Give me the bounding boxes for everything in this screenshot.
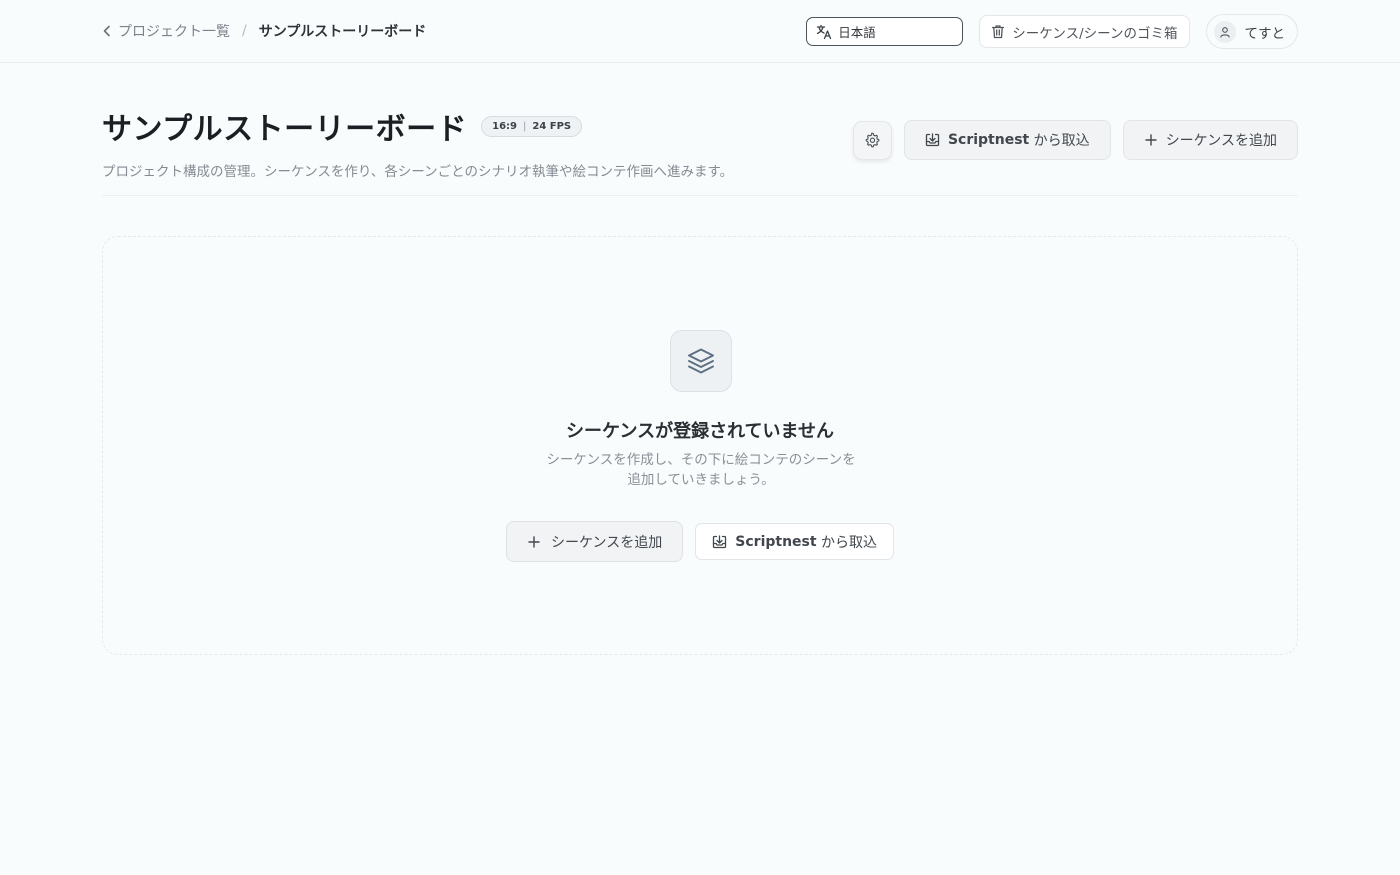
badge-divider: | (522, 120, 527, 132)
settings-button[interactable] (852, 120, 892, 160)
language-select-value: 日本語 (838, 25, 876, 40)
project-description: プロジェクト構成の管理。シーケンスを作り、各シーンごとのシナリオ執筆や絵コンテ作… (102, 164, 734, 180)
empty-state-description: シーケンスを作成し、その下に絵コンテのシーンを追加していきましょう。 (546, 452, 856, 488)
empty-state-icon-box (670, 330, 732, 392)
top-bar: プロジェクト一覧 / サンプルストーリーボード 日本語 シーケンス/シーンのゴミ… (0, 0, 1400, 63)
import-brand: Scriptnest (947, 132, 1030, 148)
empty-add-sequence-button[interactable]: シーケンスを追加 (505, 521, 684, 562)
empty-import-scriptnest-button[interactable]: Scriptnest から取込 (695, 523, 895, 560)
import-scriptnest-button[interactable]: Scriptnest から取込 (903, 120, 1111, 160)
user-icon (1219, 26, 1230, 38)
back-to-projects-link[interactable]: プロジェクト一覧 (102, 21, 230, 41)
avatar (1213, 20, 1236, 43)
plus-icon (528, 535, 540, 548)
trash-icon (992, 25, 1005, 39)
trash-button[interactable]: シーケンス/シーンのゴミ箱 (979, 15, 1190, 48)
empty-state-title: シーケンスが登録されていません (565, 421, 835, 442)
translate-icon (817, 24, 832, 39)
breadcrumb-current: サンプルストーリーボード (258, 24, 427, 40)
empty-state-card: シーケンスが登録されていません シーケンスを作成し、その下に絵コンテのシーンを追… (102, 236, 1298, 655)
frame-rate: 24 FPS (532, 120, 572, 132)
gear-icon (866, 132, 880, 148)
add-sequence-button[interactable]: シーケンスを追加 (1122, 120, 1298, 160)
import-suffix: から取込 (1029, 133, 1090, 149)
add-sequence-label: シーケンスを追加 (1165, 133, 1277, 149)
breadcrumb-separator: / (242, 23, 247, 39)
project-header: サンプルストーリーボード 16:9 | 24 FPS プロジェクト構成の管理。シ… (102, 104, 1298, 196)
plus-icon (1144, 134, 1157, 146)
download-tray-icon (713, 534, 727, 548)
user-name: てすと (1244, 25, 1286, 42)
empty-state-actions: シーケンスを追加 Scriptnest から取込 (103, 521, 1297, 562)
language-select[interactable]: 日本語 (806, 17, 964, 46)
trash-button-label: シーケンス/シーンのゴミ箱 (1012, 25, 1178, 42)
breadcrumb: プロジェクト一覧 / サンプルストーリーボード (102, 20, 426, 42)
back-link-label: プロジェクト一覧 (118, 24, 230, 40)
empty-import-suffix: から取込 (816, 534, 878, 551)
aspect-ratio: 16:9 (492, 120, 517, 132)
download-tray-icon (925, 133, 940, 147)
header-actions: Scriptnest から取込 シーケンスを追加 (852, 120, 1298, 160)
layers-icon (688, 348, 714, 374)
empty-import-brand: Scriptnest (735, 533, 817, 550)
empty-add-label: シーケンスを追加 (550, 534, 663, 551)
top-actions: 日本語 シーケンス/シーンのゴミ箱 てすと (806, 14, 1298, 49)
project-format-badge: 16:9 | 24 FPS (481, 115, 583, 137)
user-menu-button[interactable]: てすと (1205, 14, 1298, 49)
page-title: サンプルストーリーボード (102, 112, 468, 147)
chevron-left-icon (103, 25, 110, 37)
